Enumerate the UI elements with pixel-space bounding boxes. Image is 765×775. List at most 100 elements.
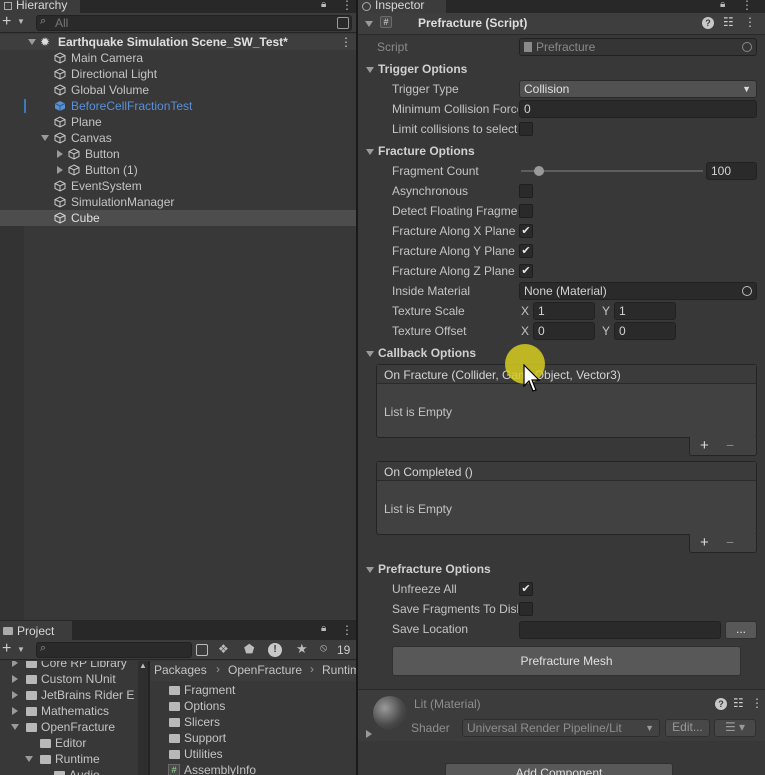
- scene-row[interactable]: ✹ Earthquake Simulation Scene_SW_Test* ⋮: [0, 34, 356, 50]
- fracture-options-header[interactable]: Fracture Options: [378, 144, 475, 158]
- hierarchy-item[interactable]: SimulationManager: [0, 194, 356, 210]
- hierarchy-item[interactable]: BeforeCellFractionTest: [0, 98, 356, 114]
- material-menu-icon[interactable]: ⋮: [751, 696, 763, 710]
- detect-floating-checkbox[interactable]: [519, 204, 533, 218]
- component-foldout-icon[interactable]: [365, 21, 373, 27]
- folder-tree-item[interactable]: OpenFracture: [0, 719, 148, 735]
- filter-icon[interactable]: ❖: [218, 642, 229, 656]
- hierarchy-item[interactable]: Button (1): [0, 162, 356, 178]
- expand-canvas-icon[interactable]: [41, 135, 49, 141]
- fracture-z-checkbox[interactable]: ✔: [519, 264, 533, 278]
- prefracture-options-header[interactable]: Prefracture Options: [378, 562, 491, 576]
- hierarchy-item[interactable]: Button: [0, 146, 356, 162]
- project-tab[interactable]: Project: [0, 621, 72, 640]
- hierarchy-item[interactable]: Global Volume: [0, 82, 356, 98]
- trigger-options-header[interactable]: Trigger Options: [378, 62, 467, 76]
- file-item[interactable]: Fragment: [150, 682, 356, 698]
- add-listener-icon[interactable]: +: [700, 437, 709, 454]
- expand-button-icon[interactable]: [57, 150, 63, 158]
- unfreeze-all-checkbox[interactable]: ✔: [519, 582, 533, 596]
- texture-scale-y-input[interactable]: 1: [614, 302, 676, 320]
- expand-button-icon[interactable]: [57, 166, 63, 174]
- file-item[interactable]: Slicers: [150, 714, 356, 730]
- hierarchy-item[interactable]: Main Camera: [0, 50, 356, 66]
- help-icon[interactable]: ?: [715, 698, 727, 710]
- shader-dropdown[interactable]: Universal Render Pipeline/Lit ▼: [462, 719, 660, 737]
- browse-button[interactable]: ...: [725, 621, 757, 639]
- trigger-type-dropdown[interactable]: Collision ▼: [519, 80, 757, 98]
- folder-tree-item[interactable]: Editor: [0, 735, 148, 751]
- texture-offset-x-input[interactable]: 0: [533, 322, 595, 340]
- fracture-foldout-icon[interactable]: [366, 149, 374, 155]
- expand-scene-icon[interactable]: [28, 39, 36, 45]
- trigger-foldout-icon[interactable]: [366, 67, 374, 73]
- breadcrumb-item[interactable]: Packages: [154, 663, 207, 677]
- file-item[interactable]: Options: [150, 698, 356, 714]
- fracture-y-checkbox[interactable]: ✔: [519, 244, 533, 258]
- asynchronous-checkbox[interactable]: [519, 184, 533, 198]
- file-item[interactable]: Utilities: [150, 746, 356, 762]
- remove-listener-icon[interactable]: −: [726, 534, 734, 550]
- scene-menu-icon[interactable]: ⋮: [340, 34, 352, 50]
- collapse-icon[interactable]: [25, 756, 33, 762]
- add-icon[interactable]: +: [2, 13, 11, 31]
- hierarchy-item[interactable]: Directional Light: [0, 66, 356, 82]
- project-search-input[interactable]: ⌕: [36, 642, 192, 658]
- folder-tree-item[interactable]: Custom NUnit: [0, 671, 148, 687]
- save-location-input[interactable]: [519, 621, 721, 639]
- lock-icon[interactable]: 🔒︎: [321, 0, 326, 10]
- lock-icon[interactable]: 🔒︎: [720, 0, 725, 10]
- fracture-x-checkbox[interactable]: ✔: [519, 224, 533, 238]
- remove-listener-icon[interactable]: −: [726, 437, 734, 453]
- folder-tree-item[interactable]: Audio: [0, 767, 148, 775]
- texture-scale-x-input[interactable]: 1: [533, 302, 595, 320]
- save-fragments-checkbox[interactable]: [519, 602, 533, 616]
- file-item[interactable]: # AssemblyInfo: [150, 762, 356, 775]
- expand-icon[interactable]: [12, 661, 18, 667]
- hierarchy-tab[interactable]: Hierarchy: [0, 0, 80, 13]
- object-picker-icon[interactable]: [742, 286, 752, 296]
- info-icon[interactable]: !: [268, 643, 282, 657]
- expand-icon[interactable]: [12, 707, 18, 715]
- scene-search-icon[interactable]: [337, 17, 349, 29]
- help-icon[interactable]: ?: [702, 17, 714, 29]
- shader-options-button[interactable]: ☰ ▾: [714, 719, 756, 737]
- search-by-type-icon[interactable]: [196, 644, 208, 656]
- component-header[interactable]: # Prefracture (Script) ? ☷ ⋮: [358, 13, 765, 35]
- folder-tree-item[interactable]: Mathematics: [0, 703, 148, 719]
- limit-collisions-checkbox[interactable]: [519, 122, 533, 136]
- object-picker-icon[interactable]: [742, 42, 752, 52]
- dropdown-arrow-icon[interactable]: ▼: [17, 645, 25, 654]
- hidden-packages-icon[interactable]: ⦸: [320, 642, 327, 655]
- add-icon[interactable]: +: [2, 640, 11, 658]
- add-listener-icon[interactable]: +: [700, 534, 709, 551]
- expand-icon[interactable]: [12, 675, 18, 683]
- fragment-count-slider-track[interactable]: [521, 170, 703, 172]
- callback-options-header[interactable]: Callback Options: [378, 346, 476, 360]
- callback-foldout-icon[interactable]: [366, 351, 374, 357]
- hierarchy-item[interactable]: Canvas: [0, 130, 356, 146]
- hierarchy-search-input[interactable]: ⌕ All: [36, 15, 352, 31]
- component-menu-icon[interactable]: ⋮: [744, 15, 756, 29]
- hierarchy-item[interactable]: EventSystem: [0, 178, 356, 194]
- breadcrumb-item[interactable]: OpenFracture: [228, 663, 302, 677]
- more-options-icon[interactable]: ⋮: [341, 623, 353, 637]
- add-component-button[interactable]: Add Component: [445, 763, 673, 775]
- prefracture-mesh-button[interactable]: Prefracture Mesh: [392, 646, 741, 676]
- inside-material-field[interactable]: None (Material): [519, 282, 757, 300]
- hierarchy-item[interactable]: Plane: [0, 114, 356, 130]
- file-item[interactable]: Support: [150, 730, 356, 746]
- texture-offset-y-input[interactable]: 0: [614, 322, 676, 340]
- expand-icon[interactable]: [12, 691, 18, 699]
- component-enabled-checkbox[interactable]: #: [380, 16, 392, 28]
- edit-shader-button[interactable]: Edit...: [665, 719, 710, 737]
- folder-tree-scrollbar[interactable]: ▲: [138, 661, 148, 775]
- prefracture-foldout-icon[interactable]: [366, 567, 374, 573]
- fragment-count-input[interactable]: 100: [706, 162, 757, 180]
- breadcrumb-item[interactable]: Runtim: [322, 663, 356, 677]
- folder-tree-item[interactable]: Core RP Library: [0, 661, 148, 671]
- inspector-tab[interactable]: Inspector: [358, 0, 446, 13]
- more-options-icon[interactable]: ⋮: [741, 0, 753, 12]
- presets-icon[interactable]: ☷: [733, 696, 744, 710]
- folder-tree-item[interactable]: Runtime: [0, 751, 148, 767]
